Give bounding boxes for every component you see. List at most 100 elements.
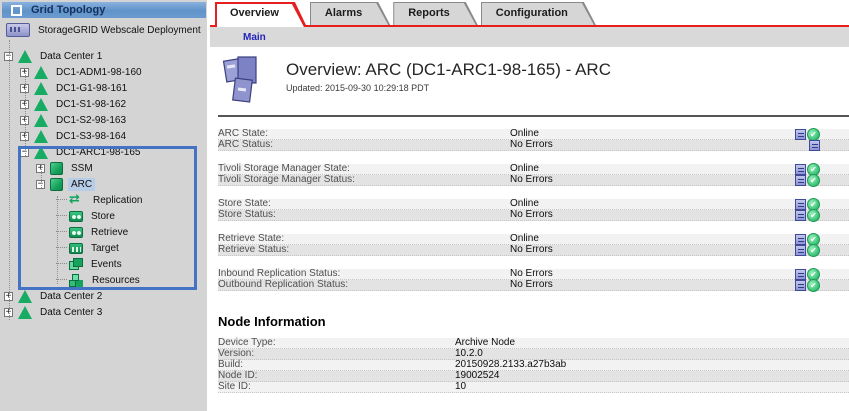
tab-overview[interactable]: Overview (215, 2, 307, 27)
tree-item-label: Resources (89, 274, 143, 287)
tree-item-data-center-2[interactable]: +Data Center 2 (0, 288, 207, 304)
node-information-heading: Node Information (218, 314, 849, 329)
tree-item-label: Data Center 3 (37, 306, 105, 319)
tree-trunk-line (9, 40, 10, 320)
page-updated-timestamp: Updated: 2015-09-30 10:29:18 PDT (286, 83, 611, 93)
page-header-text: Overview: ARC (DC1-ARC1-98-165) - ARC Up… (286, 55, 611, 93)
status-row-value: Online (510, 164, 795, 174)
tab-label: Reports (393, 2, 478, 19)
report-chart-icon[interactable] (795, 245, 806, 256)
status-group: Inbound Replication Status:No ErrorsOutb… (218, 269, 849, 291)
report-chart-icon[interactable] (809, 140, 820, 151)
tree-item-label: StorageGRID Webscale Deployment (35, 24, 204, 37)
tree-item-retrieve[interactable]: Retrieve (0, 224, 207, 240)
breadcrumb: Main (210, 27, 849, 47)
tree-item-label: DC1-G1-98-161 (53, 82, 130, 95)
tree-item-label: ARC (68, 178, 95, 191)
tree-item-storagegrid-webscale-deployment[interactable]: StorageGRID Webscale Deployment (0, 22, 207, 38)
grid-topology-header: Grid Topology (2, 2, 206, 18)
node-info-label: Version: (218, 349, 455, 359)
store-icon (69, 211, 83, 222)
report-chart-icon[interactable] (795, 210, 806, 221)
tree-item-label: DC1-S3-98-164 (53, 130, 129, 143)
status-row-value: No Errors (510, 245, 795, 255)
status-row-icons (795, 174, 849, 187)
status-ok-check-icon (807, 209, 820, 222)
cone-icon (18, 50, 32, 63)
tree-item-dc1-arc1-98-165[interactable]: −DC1-ARC1-98-165 (0, 144, 207, 160)
storagegrid-window: Grid Topology StorageGRID Webscale Deplo… (0, 0, 849, 411)
tree-item-target[interactable]: Target (0, 240, 207, 256)
report-chart-icon[interactable] (795, 199, 806, 210)
status-row-label: Tivoli Storage Manager State: (218, 164, 510, 174)
tree-item-label: Data Center 1 (37, 50, 105, 63)
tree-branch-line-arc1 (41, 164, 42, 188)
tree-item-events[interactable]: Events (0, 256, 207, 272)
events-icon (69, 258, 83, 270)
brick-icon (50, 162, 63, 175)
report-chart-icon[interactable] (795, 269, 806, 280)
breadcrumb-main-link[interactable]: Main (243, 32, 266, 43)
status-row-value: Online (510, 234, 795, 244)
report-chart-icon[interactable] (795, 129, 806, 140)
tree-item-label: Store (88, 210, 118, 223)
cone-icon (18, 290, 32, 303)
grid-topology-tree: StorageGRID Webscale Deployment −Data Cen… (0, 22, 207, 411)
tree-item-dc1-g1-98-161[interactable]: +DC1-G1-98-161 (0, 80, 207, 96)
status-row-value: No Errors (510, 269, 795, 279)
tree-item-resources[interactable]: Resources (0, 272, 207, 288)
node-info-row-site-id: Site ID:10 (218, 382, 849, 393)
status-row-icons (809, 140, 849, 151)
status-row-label: Retrieve State: (218, 234, 510, 244)
status-row-label: ARC Status: (218, 140, 510, 150)
tree-item-label: SSM (68, 162, 96, 175)
status-row-value: No Errors (510, 280, 795, 290)
cone-icon (34, 98, 48, 111)
tree-item-label: Data Center 2 (37, 290, 105, 303)
tab-label: Overview (215, 2, 307, 19)
page-title: Overview: ARC (DC1-ARC1-98-165) - ARC (286, 60, 611, 80)
report-chart-icon[interactable] (795, 175, 806, 186)
tab-reports[interactable]: Reports (393, 2, 478, 25)
tree-item-label: DC1-ARC1-98-165 (53, 146, 143, 159)
status-row-value: Online (510, 129, 795, 139)
status-row-icons (795, 244, 849, 257)
status-row-icons (795, 279, 849, 292)
tree-item-data-center-1[interactable]: −Data Center 1 (0, 48, 207, 64)
tree-item-replication[interactable]: Replication (0, 192, 207, 208)
tab-alarms[interactable]: Alarms (310, 2, 390, 25)
tree-item-arc[interactable]: −ARC (0, 176, 207, 192)
target-icon (69, 243, 83, 254)
tree-item-dc1-s1-98-162[interactable]: +DC1-S1-98-162 (0, 96, 207, 112)
cone-icon (34, 114, 48, 127)
report-chart-icon[interactable] (795, 164, 806, 175)
tree-item-label: Replication (90, 194, 145, 207)
node-info-label: Device Type: (218, 338, 455, 348)
status-row-arc-status: ARC Status:No Errors (218, 140, 849, 151)
tree-item-label: DC1-S1-98-162 (53, 98, 129, 111)
tree-item-data-center-3[interactable]: +Data Center 3 (0, 304, 207, 320)
tree-item-dc1-adm1-98-160[interactable]: +DC1-ADM1-98-160 (0, 64, 207, 80)
tree-item-label: DC1-ADM1-98-160 (53, 66, 145, 79)
content-panel: OverviewAlarmsReportsConfiguration Main … (210, 0, 849, 411)
status-group: Retrieve State:OnlineRetrieve Status:No … (218, 234, 849, 256)
tree-item-ssm[interactable]: +SSM (0, 160, 207, 176)
node-info-row-node-id: Node ID:19002524 (218, 371, 849, 382)
archive-node-icon (222, 55, 270, 105)
status-group: Tivoli Storage Manager State:OnlineTivol… (218, 164, 849, 186)
retrieve-icon (69, 227, 83, 238)
checkbox-square-icon[interactable] (11, 5, 22, 16)
tree-item-store[interactable]: Store (0, 208, 207, 224)
status-row-label: ARC State: (218, 129, 510, 139)
report-chart-icon[interactable] (795, 234, 806, 245)
tree-item-dc1-s2-98-163[interactable]: +DC1-S2-98-163 (0, 112, 207, 128)
node-info-value: 19002524 (455, 371, 849, 381)
node-info-value: Archive Node (455, 338, 849, 348)
page-header: Overview: ARC (DC1-ARC1-98-165) - ARC Up… (218, 55, 849, 105)
cone-icon (18, 306, 32, 319)
status-row-value: Online (510, 199, 795, 209)
status-row-store-status: Store Status:No Errors (218, 210, 849, 221)
tree-item-dc1-s3-98-164[interactable]: +DC1-S3-98-164 (0, 128, 207, 144)
report-chart-icon[interactable] (795, 280, 806, 291)
tab-configuration[interactable]: Configuration (481, 2, 596, 25)
